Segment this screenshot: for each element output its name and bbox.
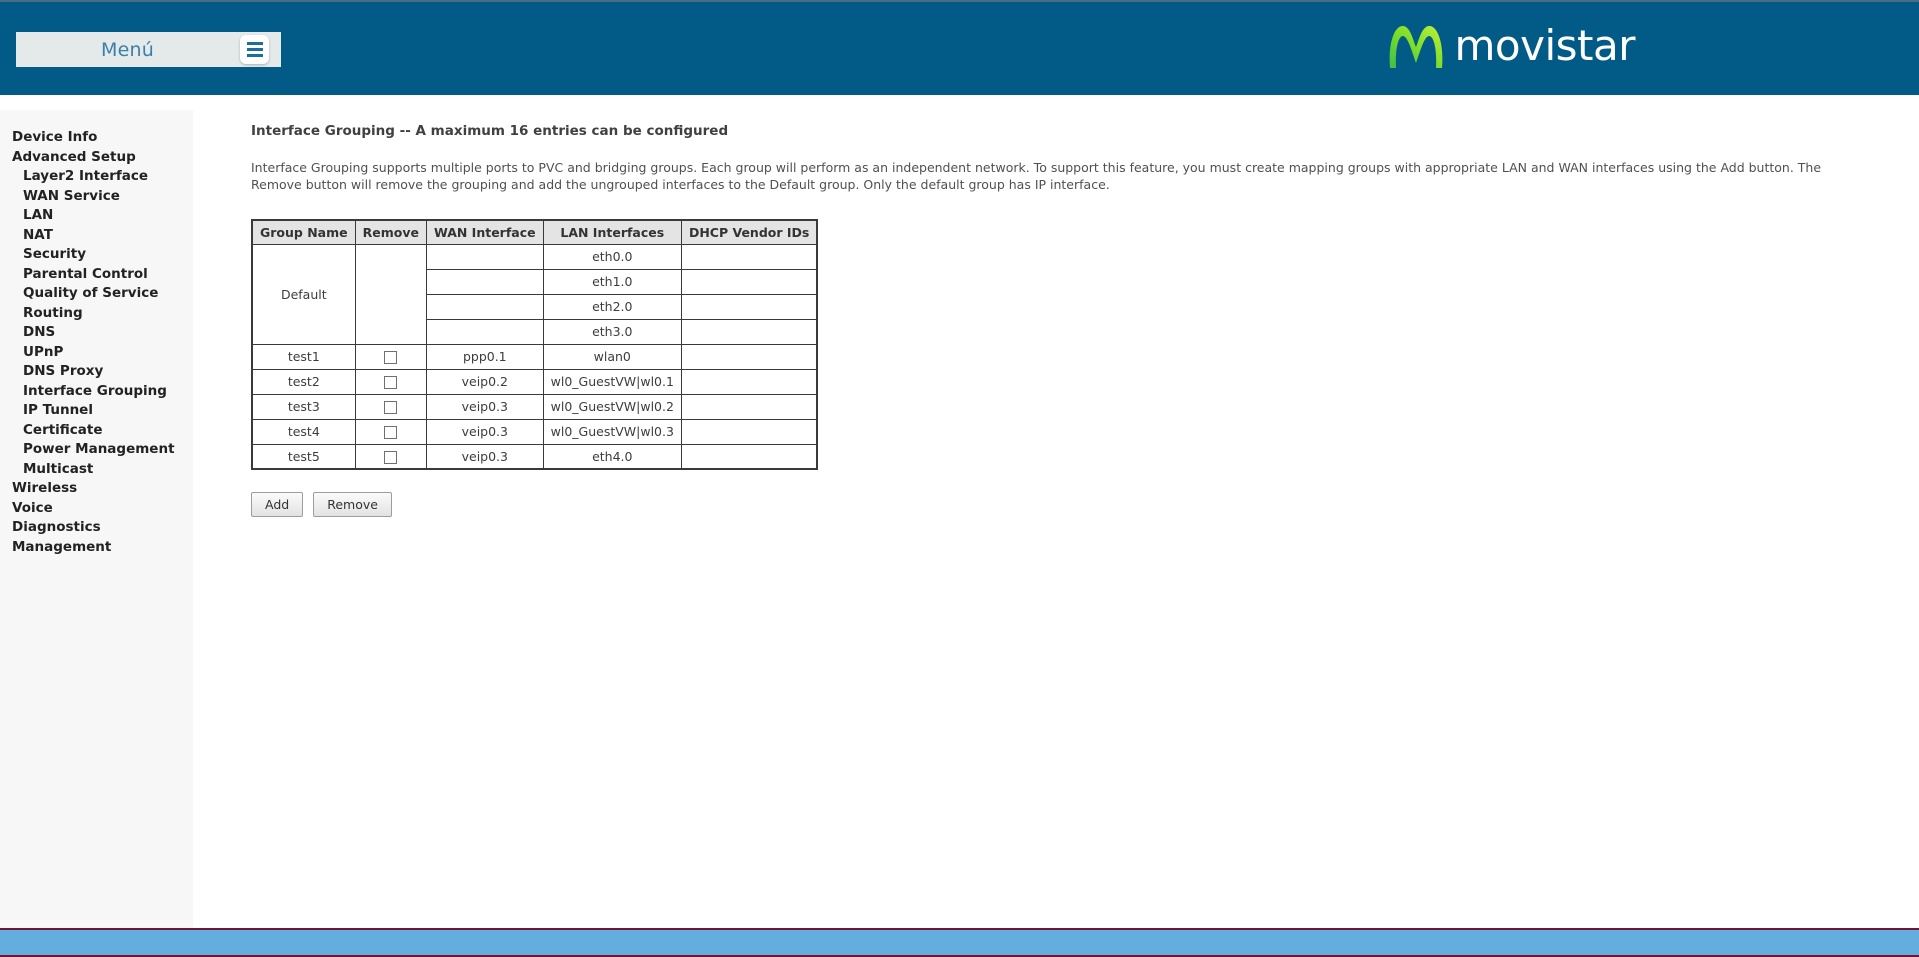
sidebar-item-parental-control[interactable]: Parental Control [0,265,193,285]
cell-wan-default-3 [425,318,544,345]
cell-group-name-test4: test4 [251,418,356,445]
sidebar-item-certificate[interactable]: Certificate [0,421,193,441]
column-header-group-name: Group Name [251,219,356,245]
sidebar-item-nat[interactable]: NAT [0,226,193,246]
column-header-remove: Remove [354,219,427,245]
sidebar-item-interface-grouping[interactable]: Interface Grouping [0,382,193,402]
cell-lan-test5: eth4.0 [542,443,682,470]
cell-wan-default-0 [425,243,544,270]
cell-wan-test3: veip0.3 [425,393,544,420]
remove-checkbox-test4[interactable] [384,426,398,439]
cell-wan-test2: veip0.2 [425,368,544,395]
cell-lan-test4: wl0_GuestVW|wl0.3 [542,418,682,445]
cell-wan-test4: veip0.3 [425,418,544,445]
column-header-dhcp-vendor-ids: DHCP Vendor IDs [680,219,818,245]
remove-checkbox-test5[interactable] [384,450,398,464]
remove-button[interactable]: Remove [313,492,392,517]
remove-checkbox-test3[interactable] [384,401,398,414]
movistar-wordmark: movistar [1454,21,1636,70]
sidebar-item-diagnostics[interactable]: Diagnostics [0,518,193,538]
sidebar-item-lan[interactable]: LAN [0,206,193,226]
cell-lan-test2: wl0_GuestVW|wl0.1 [542,368,682,395]
table-row: test4 veip0.3 wl0_GuestVW|wl0.3 [251,418,818,445]
sidebar-item-wireless[interactable]: Wireless [0,479,193,499]
sidebar-item-ip-tunnel[interactable]: IP Tunnel [0,401,193,421]
add-button[interactable]: Add [251,492,304,517]
cell-lan-default-3: eth3.0 [542,318,682,345]
movistar-logo: movistar [1385,20,1636,72]
footer-bar [0,928,1919,957]
sidebar-item-device-info[interactable]: Device Info [0,128,193,148]
sidebar-item-advanced-setup[interactable]: Advanced Setup [0,148,193,168]
cell-wan-test1: ppp0.1 [425,343,544,370]
hamburger-bar-2 [246,48,263,51]
cell-lan-default-2: eth2.0 [542,293,682,320]
interface-grouping-table: Group Name Remove WAN Interface LAN Inte… [251,219,819,470]
cell-wan-default-1 [425,268,544,295]
cell-dhcp-test1 [680,343,818,370]
sidebar-item-dns-proxy[interactable]: DNS Proxy [0,362,193,382]
sidebar-item-multicast[interactable]: Multicast [0,460,193,480]
cell-wan-test5: veip0.3 [425,443,544,470]
sidebar-item-security[interactable]: Security [0,245,193,265]
cell-lan-default-0: eth0.0 [542,243,682,270]
menu-button[interactable]: Menú [16,32,281,67]
sidebar-navigation: Device Info Advanced Setup Layer2 Interf… [0,110,193,928]
sidebar-item-voice[interactable]: Voice [0,499,193,519]
cell-dhcp-default-3 [680,318,818,345]
cell-dhcp-test4 [680,418,818,445]
table-header-row: Group Name Remove WAN Interface LAN Inte… [251,219,818,245]
cell-remove-default [354,243,427,345]
sidebar-item-layer2-interface[interactable]: Layer2 Interface [0,167,193,187]
cell-group-name-test1: test1 [251,343,356,370]
remove-checkbox-test2[interactable] [384,376,398,389]
cell-dhcp-default-2 [680,293,818,320]
cell-group-name-test3: test3 [251,393,356,420]
hamburger-icon[interactable] [240,35,269,64]
sidebar-item-upnp[interactable]: UPnP [0,343,193,363]
table-row: Default eth0.0 [251,243,818,345]
main-content: Interface Grouping -- A maximum 16 entri… [193,95,1919,928]
cell-lan-test1: wlan0 [542,343,682,370]
sidebar-item-management[interactable]: Management [0,538,193,558]
cell-group-name-test5: test5 [251,443,356,470]
top-header-bar: Menú movistar [0,0,1919,95]
table-row: test5 veip0.3 eth4.0 [251,443,818,470]
cell-group-name-default: Default [251,243,356,345]
sidebar-item-quality-of-service[interactable]: Quality of Service [0,284,193,304]
sidebar-item-routing[interactable]: Routing [0,304,193,324]
cell-wan-default-2 [425,293,544,320]
cell-dhcp-test5 [680,443,818,470]
menu-button-label: Menú [101,38,154,61]
table-action-buttons: Add Remove [251,492,1919,517]
cell-lan-test3: wl0_GuestVW|wl0.2 [542,393,682,420]
cell-remove-test1 [354,343,427,370]
hamburger-bar-3 [246,54,263,57]
column-header-wan-interface: WAN Interface [425,219,544,245]
cell-lan-default-1: eth1.0 [542,268,682,295]
cell-dhcp-default-0 [680,243,818,270]
cell-remove-test4 [354,418,427,445]
sidebar-item-wan-service[interactable]: WAN Service [0,187,193,207]
cell-remove-test2 [354,368,427,395]
table-row: test3 veip0.3 wl0_GuestVW|wl0.2 [251,393,818,420]
remove-checkbox-test1[interactable] [384,351,398,364]
movistar-m-icon [1389,25,1442,68]
page-description: Interface Grouping supports multiple por… [251,160,1822,192]
sidebar-item-power-management[interactable]: Power Management [0,440,193,460]
hamburger-bar-1 [246,42,263,45]
cell-remove-test5 [354,443,427,470]
page-title: Interface Grouping -- A maximum 16 entri… [251,123,729,139]
sidebar-item-dns[interactable]: DNS [0,323,193,343]
cell-group-name-test2: test2 [251,368,356,395]
cell-dhcp-default-1 [680,268,818,295]
column-header-lan-interfaces: LAN Interfaces [542,219,682,245]
table-row: test1 ppp0.1 wlan0 [251,343,818,370]
cell-dhcp-test3 [680,393,818,420]
cell-remove-test3 [354,393,427,420]
cell-dhcp-test2 [680,368,818,395]
table-row: test2 veip0.2 wl0_GuestVW|wl0.1 [251,368,818,395]
